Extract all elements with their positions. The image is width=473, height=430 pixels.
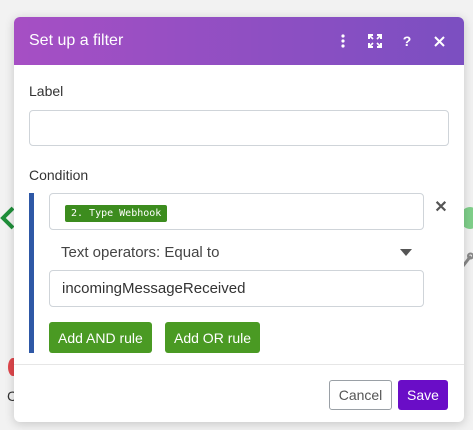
chevron-down-icon xyxy=(400,248,412,256)
operator-select-value: Text operators: Equal to xyxy=(61,243,220,261)
webhook-value-pill[interactable]: 2. Type Webhook xyxy=(65,205,168,222)
condition-value-input[interactable]: incomingMessageReceived xyxy=(49,270,424,307)
help-icon[interactable]: ? xyxy=(400,33,414,49)
label-field-label: Label xyxy=(29,83,64,99)
fullscreen-icon[interactable] xyxy=(368,34,382,48)
modal-title: Set up a filter xyxy=(29,32,124,49)
condition-source-field[interactable]: 2. Type Webhook xyxy=(49,193,424,230)
remove-rule-icon[interactable]: ✕ xyxy=(434,200,448,216)
condition-label: Condition xyxy=(29,167,89,183)
cancel-button[interactable]: Cancel xyxy=(329,380,392,410)
close-icon[interactable] xyxy=(432,34,446,48)
header-actions: ? xyxy=(336,33,446,49)
filter-setup-modal: Set up a filter ? Label Condition 2. Typ… xyxy=(14,17,464,422)
add-or-rule-button[interactable]: Add OR rule xyxy=(165,322,261,353)
operator-select[interactable]: Text operators: Equal to xyxy=(49,238,424,266)
add-and-rule-button[interactable]: Add AND rule xyxy=(49,322,152,353)
modal-header: Set up a filter ? xyxy=(14,17,464,65)
more-vertical-icon[interactable] xyxy=(336,34,350,48)
condition-rule-bar xyxy=(29,193,34,353)
save-button[interactable]: Save xyxy=(398,380,448,410)
background-route-arrow xyxy=(0,206,14,230)
footer-divider xyxy=(14,364,464,365)
label-input[interactable] xyxy=(29,110,449,146)
condition-rule: 2. Type Webhook ✕ Text operators: Equal … xyxy=(29,193,449,353)
